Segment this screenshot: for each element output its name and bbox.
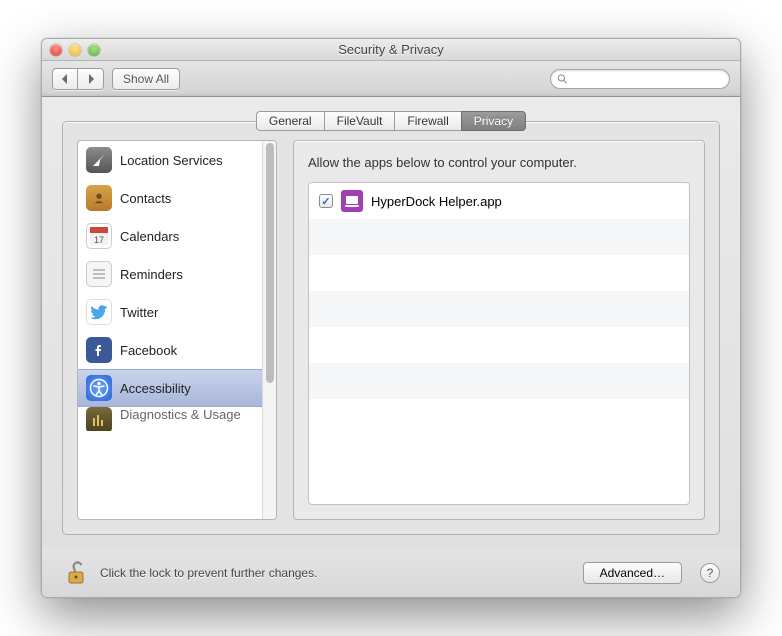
svg-text:17: 17 [94, 235, 104, 245]
sidebar-item-reminders[interactable]: Reminders [78, 255, 262, 293]
sidebar-item-label: Contacts [120, 191, 171, 206]
app-row-empty [309, 219, 689, 255]
twitter-icon [86, 299, 112, 325]
sidebar-item-label: Facebook [120, 343, 177, 358]
diagnostics-icon [86, 407, 112, 431]
traffic-lights [42, 44, 100, 56]
sidebar-scrollbar[interactable] [262, 141, 276, 519]
tab-firewall[interactable]: Firewall [394, 111, 460, 131]
help-icon: ? [707, 566, 714, 580]
sidebar-item-label: Diagnostics & Usage [120, 407, 241, 422]
sidebar-item-label: Reminders [120, 267, 183, 282]
chevron-left-icon [61, 74, 69, 84]
search-input[interactable] [572, 71, 723, 87]
toolbar: Show All [42, 61, 740, 97]
location-icon [86, 147, 112, 173]
calendar-icon: 17 [86, 223, 112, 249]
tab-filevault[interactable]: FileVault [324, 111, 395, 131]
detail-heading: Allow the apps below to control your com… [308, 155, 690, 170]
search-icon [557, 73, 568, 85]
show-all-button[interactable]: Show All [112, 68, 180, 90]
sidebar-item-facebook[interactable]: Facebook [78, 331, 262, 369]
app-row[interactable]: ✓ HyperDock Helper.app [309, 183, 689, 219]
back-button[interactable] [52, 68, 78, 90]
sidebar-item-contacts[interactable]: Contacts [78, 179, 262, 217]
accessibility-icon [86, 375, 112, 401]
app-row-empty [309, 363, 689, 399]
sidebar-item-location[interactable]: Location Services [78, 141, 262, 179]
advanced-button[interactable]: Advanced… [583, 562, 682, 584]
tab-general[interactable]: General [256, 111, 324, 131]
tab-privacy[interactable]: Privacy [461, 111, 526, 131]
reminders-icon [86, 261, 112, 287]
unlocked-lock-icon [63, 560, 89, 586]
app-row-empty [309, 327, 689, 363]
prefs-window: Security & Privacy Show All General File… [41, 38, 741, 598]
sidebar-item-calendars[interactable]: 17 Calendars [78, 217, 262, 255]
titlebar: Security & Privacy [42, 39, 740, 61]
tab-bar: General FileVault Firewall Privacy [62, 111, 720, 131]
contacts-icon [86, 185, 112, 211]
category-list[interactable]: Location Services Contacts 17 Calendars [78, 141, 262, 519]
detail-pane: Allow the apps below to control your com… [293, 140, 705, 520]
app-name: HyperDock Helper.app [371, 194, 502, 209]
hyperdock-icon [341, 190, 363, 212]
app-list: ✓ HyperDock Helper.app [308, 182, 690, 505]
app-row-empty [309, 255, 689, 291]
lock-button[interactable] [62, 559, 90, 587]
privacy-panel: Location Services Contacts 17 Calendars [62, 121, 720, 535]
app-checkbox[interactable]: ✓ [319, 194, 333, 208]
forward-button[interactable] [78, 68, 104, 90]
sidebar-item-diagnostics[interactable]: Diagnostics & Usage [78, 407, 262, 431]
scrollbar-thumb[interactable] [266, 143, 274, 383]
content-area: General FileVault Firewall Privacy Locat… [42, 97, 740, 549]
sidebar-item-accessibility[interactable]: Accessibility [78, 369, 262, 407]
sidebar-item-label: Accessibility [120, 381, 191, 396]
sidebar-item-label: Calendars [120, 229, 179, 244]
nav-group [52, 68, 104, 90]
facebook-icon [86, 337, 112, 363]
chevron-right-icon [87, 74, 95, 84]
help-button[interactable]: ? [700, 563, 720, 583]
search-field[interactable] [550, 69, 730, 89]
minimize-icon[interactable] [69, 44, 81, 56]
category-sidebar: Location Services Contacts 17 Calendars [77, 140, 277, 520]
lock-text: Click the lock to prevent further change… [100, 566, 573, 580]
window-title: Security & Privacy [42, 42, 740, 57]
app-row-empty [309, 291, 689, 327]
zoom-icon[interactable] [88, 44, 100, 56]
close-icon[interactable] [50, 44, 62, 56]
footer: Click the lock to prevent further change… [42, 549, 740, 597]
sidebar-item-label: Twitter [120, 305, 158, 320]
sidebar-item-twitter[interactable]: Twitter [78, 293, 262, 331]
sidebar-item-label: Location Services [120, 153, 223, 168]
